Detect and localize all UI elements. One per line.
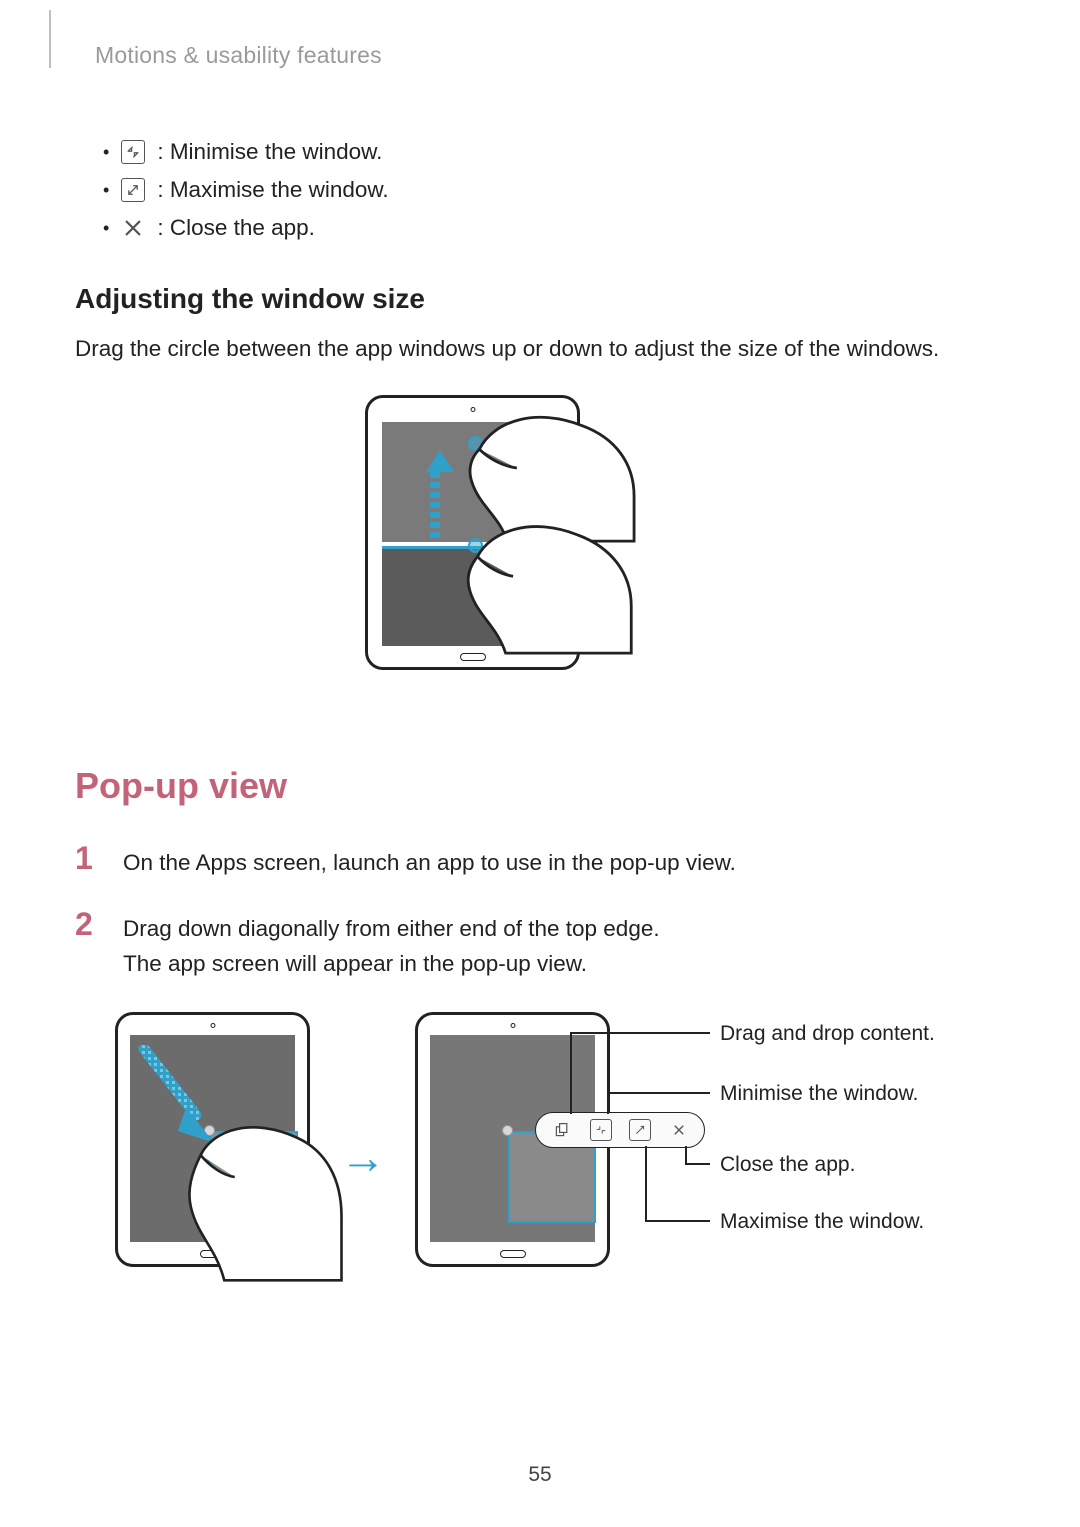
- figure-split-window: [365, 395, 715, 670]
- callout-connector: [570, 1032, 710, 1034]
- callout-minimise: Minimise the window.: [720, 1082, 918, 1106]
- callout-connector: [685, 1146, 687, 1163]
- minimise-icon: [590, 1119, 612, 1141]
- tablet-camera-dot: [510, 1023, 515, 1028]
- arrow-right-icon: →: [340, 1130, 386, 1184]
- step-2: 2 Drag down diagonally from either end o…: [75, 908, 1005, 982]
- bullet-close: • : Close the app.: [103, 215, 1005, 241]
- adjust-window-text: Drag the circle between the app windows …: [75, 333, 1005, 365]
- step-number: 1: [75, 842, 101, 881]
- bullet-text: : Minimise the window.: [157, 139, 382, 165]
- callout-connector: [645, 1220, 710, 1222]
- close-icon: [668, 1119, 690, 1141]
- callout-connector: [607, 1092, 710, 1094]
- tablet-camera-dot: [210, 1023, 215, 1028]
- home-button-icon: [500, 1250, 526, 1258]
- callout-maximise: Maximise the window.: [720, 1210, 924, 1234]
- bullet-maximise: • : Maximise the window.: [103, 177, 1005, 203]
- minimise-icon: [121, 140, 145, 164]
- icon-bullet-list: • : Minimise the window. • : Maximise th…: [103, 139, 1005, 241]
- up-arrow-icon: [426, 450, 444, 542]
- popup-toolbar: [535, 1112, 705, 1148]
- subheading-adjust: Adjusting the window size: [75, 283, 1005, 315]
- heading-popup-view: Pop-up view: [75, 765, 1005, 807]
- callout-close: Close the app.: [720, 1153, 855, 1177]
- maximise-icon: [629, 1119, 651, 1141]
- step-number: 2: [75, 908, 101, 982]
- bullet-minimise: • : Minimise the window.: [103, 139, 1005, 165]
- callout-connector: [607, 1092, 609, 1114]
- page-content: Motions & usability features • : Minimis…: [0, 0, 1080, 1322]
- figure-popup-view: →: [115, 1012, 1005, 1322]
- callout-drag: Drag and drop content.: [720, 1022, 935, 1046]
- callout-connector: [685, 1163, 710, 1165]
- bullet-dot: •: [103, 143, 109, 161]
- bullet-dot: •: [103, 219, 109, 237]
- maximise-icon: [121, 178, 145, 202]
- breadcrumb: Motions & usability features: [95, 42, 1005, 69]
- hand-bottom-illustration: [450, 505, 640, 655]
- step-body: On the Apps screen, launch an app to use…: [123, 842, 736, 881]
- callout-connector: [645, 1146, 647, 1220]
- drag-content-icon: [551, 1119, 573, 1141]
- step-1: 1 On the Apps screen, launch an app to u…: [75, 842, 1005, 881]
- steps-list: 1 On the Apps screen, launch an app to u…: [75, 842, 1005, 983]
- header-rule: [49, 10, 51, 68]
- bullet-text: : Maximise the window.: [157, 177, 388, 203]
- step-line: The app screen will appear in the pop-up…: [123, 947, 660, 982]
- step-line: Drag down diagonally from either end of …: [123, 912, 660, 947]
- step-body: Drag down diagonally from either end of …: [123, 908, 660, 982]
- close-icon: [121, 216, 145, 240]
- bullet-dot: •: [103, 181, 109, 199]
- callout-connector: [570, 1032, 572, 1114]
- page-number: 55: [528, 1463, 551, 1487]
- bullet-text: : Close the app.: [157, 215, 315, 241]
- hand-illustration: [170, 1107, 345, 1282]
